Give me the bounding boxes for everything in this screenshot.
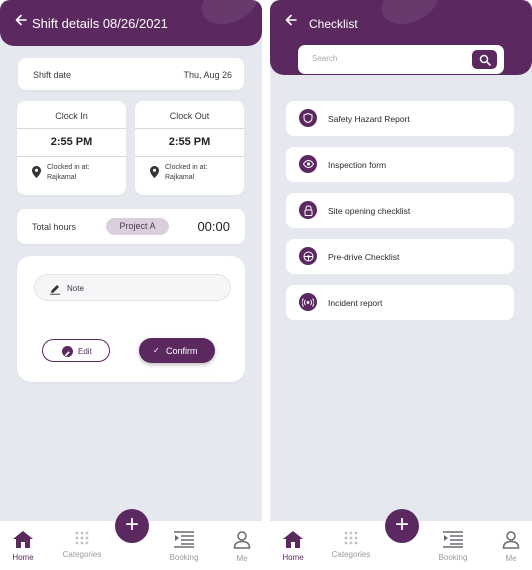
clock-out-location-value: Rajkamal bbox=[165, 174, 195, 181]
checklist-item-label: Incident report bbox=[328, 298, 383, 308]
shield-icon bbox=[299, 109, 317, 127]
tab-me[interactable]: Me bbox=[229, 531, 255, 563]
tab-home-label: Home bbox=[12, 553, 34, 562]
tab-home[interactable]: Home bbox=[278, 531, 308, 562]
note-card: Note Edit ✓ Confirm bbox=[17, 256, 245, 382]
page-title: Checklist bbox=[309, 17, 358, 31]
clock-out-card: Clock Out 2:55 PM Clocked in at: Rajkama… bbox=[135, 101, 244, 195]
checklist-item-inspection[interactable]: Inspection form bbox=[286, 147, 514, 182]
search-bar: Search bbox=[298, 45, 504, 74]
check-icon: ✓ bbox=[153, 346, 160, 355]
alert-signal-icon bbox=[299, 293, 317, 311]
search-input[interactable]: Search bbox=[312, 54, 337, 63]
pencil-icon bbox=[49, 282, 61, 300]
edit-button[interactable]: Edit bbox=[42, 339, 110, 362]
divider bbox=[135, 128, 244, 129]
eye-icon bbox=[299, 155, 317, 173]
back-arrow-icon[interactable] bbox=[285, 14, 299, 30]
tab-booking[interactable]: Booking bbox=[433, 531, 473, 562]
search-icon bbox=[479, 54, 491, 66]
project-badge[interactable]: Project A bbox=[106, 218, 169, 235]
confirm-button[interactable]: ✓ Confirm bbox=[139, 338, 215, 363]
tab-me-label: Me bbox=[236, 554, 248, 563]
edit-label: Edit bbox=[78, 347, 92, 356]
clock-in-card: Clock In 2:55 PM Clocked in at: Rajkamal bbox=[17, 101, 126, 195]
grid-icon bbox=[344, 531, 358, 545]
home-icon bbox=[13, 531, 33, 548]
plus-icon: + bbox=[394, 511, 409, 538]
add-button[interactable]: + bbox=[115, 509, 149, 543]
edit-icon bbox=[62, 346, 73, 357]
tab-categories-label: Categories bbox=[62, 550, 102, 559]
header-decoration bbox=[374, 0, 446, 33]
confirm-label: Confirm bbox=[166, 346, 198, 356]
tab-booking-label: Booking bbox=[169, 553, 199, 562]
total-hours-label: Total hours bbox=[32, 222, 77, 232]
clock-out-location: Clocked in at: Rajkamal bbox=[165, 163, 207, 183]
clock-in-time: 2:55 PM bbox=[50, 136, 93, 148]
booking-list-icon bbox=[443, 531, 463, 548]
tab-booking-label: Booking bbox=[438, 553, 468, 562]
tab-booking[interactable]: Booking bbox=[164, 531, 204, 562]
tab-categories[interactable]: Categories bbox=[325, 531, 377, 559]
tab-categories[interactable]: Categories bbox=[56, 531, 108, 559]
tab-home[interactable]: Home bbox=[8, 531, 38, 562]
tab-me-label: Me bbox=[505, 554, 517, 563]
checklist-item-label: Inspection form bbox=[328, 160, 387, 170]
lock-icon bbox=[299, 201, 317, 219]
checklist-item-safety-hazard[interactable]: Safety Hazard Report bbox=[286, 101, 514, 136]
checklist-screen: Checklist Search Safety Hazard Report In… bbox=[270, 0, 532, 570]
booking-list-icon bbox=[174, 531, 194, 548]
checklist-item-label: Safety Hazard Report bbox=[328, 114, 410, 124]
checklist-item-pre-drive[interactable]: Pre-drive Checklist bbox=[286, 239, 514, 274]
total-hours-value: 00:00 bbox=[197, 219, 230, 234]
steering-wheel-icon bbox=[299, 247, 317, 265]
clock-out-location-label: Clocked in at: bbox=[165, 164, 208, 171]
note-label: Note bbox=[67, 284, 84, 293]
divider bbox=[17, 156, 126, 157]
checklist-item-site-opening[interactable]: Site opening checklist bbox=[286, 193, 514, 228]
checklist-item-label: Pre-drive Checklist bbox=[328, 252, 400, 262]
checklist-item-incident[interactable]: Incident report bbox=[286, 285, 514, 320]
shift-header: Shift details 08/26/2021 bbox=[0, 0, 262, 46]
location-pin-icon bbox=[150, 165, 159, 183]
add-button[interactable]: + bbox=[385, 509, 419, 543]
shift-date-value: Thu, Aug 26 bbox=[183, 70, 232, 80]
page-title: Shift details 08/26/2021 bbox=[32, 16, 168, 31]
user-icon bbox=[502, 531, 520, 549]
shift-details-screen: Shift details 08/26/2021 Shift date Thu,… bbox=[0, 0, 262, 570]
checklist-item-label: Site opening checklist bbox=[328, 206, 411, 216]
location-pin-icon bbox=[32, 165, 41, 183]
shift-date-card: Shift date Thu, Aug 26 bbox=[18, 58, 244, 90]
clock-in-location: Clocked in at: Rajkamal bbox=[47, 163, 89, 183]
divider bbox=[17, 128, 126, 129]
home-icon bbox=[283, 531, 303, 548]
clock-in-label: Clock In bbox=[55, 111, 88, 121]
tab-home-label: Home bbox=[282, 553, 304, 562]
tab-me[interactable]: Me bbox=[498, 531, 524, 563]
total-hours-card: Total hours Project A 00:00 bbox=[17, 209, 245, 244]
grid-icon bbox=[75, 531, 89, 545]
tab-categories-label: Categories bbox=[331, 550, 371, 559]
shift-date-label: Shift date bbox=[33, 70, 72, 80]
note-input[interactable]: Note bbox=[34, 274, 231, 301]
header-decoration bbox=[194, 0, 262, 33]
search-button[interactable] bbox=[472, 50, 497, 69]
clock-in-location-value: Rajkamal bbox=[47, 174, 77, 181]
plus-icon: + bbox=[124, 511, 139, 538]
clock-out-time: 2:55 PM bbox=[168, 136, 211, 148]
clock-out-label: Clock Out bbox=[169, 111, 210, 121]
back-arrow-icon[interactable] bbox=[15, 14, 29, 30]
user-icon bbox=[233, 531, 251, 549]
divider bbox=[135, 156, 244, 157]
clock-in-location-label: Clocked in at: bbox=[47, 164, 90, 171]
